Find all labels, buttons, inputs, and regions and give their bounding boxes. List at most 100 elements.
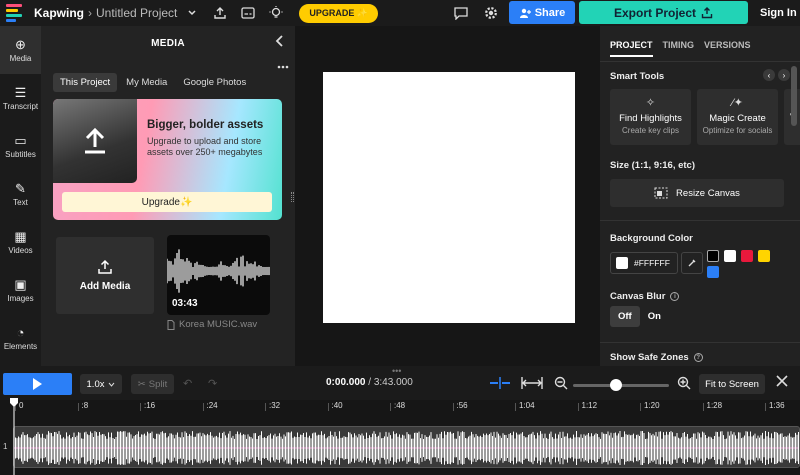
waveform-thumbnail bbox=[167, 249, 270, 293]
audio-clip[interactable] bbox=[13, 426, 800, 468]
chevron-right-icon[interactable]: › bbox=[778, 69, 790, 81]
subtitle-display-icon[interactable] bbox=[239, 4, 257, 22]
audio-filename-row: Korea MUSIC.wav bbox=[167, 319, 257, 330]
hex-color-input[interactable]: #FFFFFF bbox=[610, 252, 678, 274]
right-panel-scrollbar[interactable] bbox=[791, 66, 797, 126]
kapwing-logo-icon[interactable] bbox=[6, 2, 28, 24]
breadcrumb-separator: › bbox=[88, 6, 92, 20]
brand-name[interactable]: Kapwing bbox=[34, 6, 84, 20]
project-canvas[interactable] bbox=[323, 72, 575, 323]
more-options-icon[interactable] bbox=[277, 58, 289, 72]
swatch-white[interactable] bbox=[724, 250, 736, 262]
zoom-slider-knob[interactable] bbox=[610, 379, 623, 391]
nav-item-text[interactable]: ✎ Text bbox=[0, 170, 41, 218]
ruler-tick-label: :24 bbox=[202, 401, 218, 411]
sign-in-link[interactable]: Sign In bbox=[760, 7, 797, 19]
nav-item-media[interactable]: ⊕ Media bbox=[0, 26, 41, 74]
gear-icon[interactable] bbox=[482, 4, 500, 22]
audio-duration: 03:43 bbox=[172, 298, 198, 309]
ruler-tick-label: :8 bbox=[77, 401, 89, 411]
nav-item-videos[interactable]: ▦ Videos bbox=[0, 218, 41, 266]
magic-wand-icon: ⁄✦ bbox=[731, 97, 744, 109]
canvas-blur-row: Canvas Blur i bbox=[610, 291, 680, 302]
chevron-left-icon[interactable] bbox=[275, 34, 285, 50]
audio-track-row: 1 bbox=[0, 422, 800, 472]
right-panel: PROJECT TIMING VERSIONS Smart Tools ‹ › … bbox=[600, 26, 800, 366]
tab-my-media[interactable]: My Media bbox=[119, 73, 174, 92]
fit-width-icon[interactable] bbox=[521, 376, 543, 393]
blur-off-option[interactable]: Off bbox=[610, 306, 640, 327]
close-icon[interactable] bbox=[775, 374, 789, 393]
ruler-tick-label: :16 bbox=[139, 401, 156, 411]
left-nav: ⊕ Media ☰ Transcript ▭ Subtitles ✎ Text … bbox=[0, 26, 41, 366]
swatch-red[interactable] bbox=[741, 250, 753, 262]
comments-icon[interactable] bbox=[452, 4, 470, 22]
find-highlights-card[interactable]: ✧ Find Highlights Create key clips bbox=[610, 89, 691, 145]
resize-canvas-button[interactable]: Resize Canvas bbox=[610, 179, 784, 207]
timeline-ruler[interactable]: 0:8:16:24:32:40:48:56 1:04 1:12 1:20 1:28 1:3… bbox=[0, 400, 800, 420]
panel-resize-handle[interactable] bbox=[291, 192, 294, 202]
info-icon[interactable]: ? bbox=[693, 352, 703, 362]
swatch-yellow[interactable] bbox=[758, 250, 770, 262]
ruler-tick-label: 1:20 bbox=[640, 401, 660, 411]
export-icon bbox=[701, 6, 713, 18]
split-button[interactable]: ✂ Split bbox=[131, 374, 174, 394]
playhead[interactable] bbox=[10, 398, 18, 475]
canvas-blur-toggle: Off On bbox=[610, 306, 669, 327]
share-button[interactable]: Share bbox=[509, 1, 575, 24]
total-time: 3:43.000 bbox=[373, 377, 413, 388]
tab-this-project[interactable]: This Project bbox=[53, 73, 118, 92]
tab-project[interactable]: PROJECT bbox=[610, 40, 653, 57]
tab-google-photos[interactable]: Google Photos bbox=[176, 73, 253, 92]
playback-speed-select[interactable]: 1.0x bbox=[80, 374, 122, 394]
fit-to-screen-button[interactable]: Fit to Screen bbox=[699, 374, 765, 394]
play-button[interactable] bbox=[3, 373, 72, 395]
divider bbox=[600, 61, 800, 62]
export-label: Export Project bbox=[613, 5, 697, 20]
promo-title: Bigger, bolder assets bbox=[147, 119, 264, 131]
nav-item-transcript[interactable]: ☰ Transcript bbox=[0, 74, 41, 122]
nav-item-images[interactable]: ▣ Images bbox=[0, 266, 41, 314]
chevron-down-icon[interactable] bbox=[183, 4, 201, 22]
swatch-black[interactable] bbox=[707, 250, 719, 262]
nav-label: Media bbox=[9, 53, 32, 63]
ruler-tick-label: :48 bbox=[389, 401, 406, 411]
audio-media-item[interactable]: 03:43 bbox=[167, 235, 270, 315]
split-at-playhead-icon[interactable] bbox=[489, 376, 511, 393]
eyedropper-icon[interactable] bbox=[681, 252, 703, 274]
info-icon[interactable]: i bbox=[670, 291, 680, 301]
images-icon: ▣ bbox=[14, 276, 27, 292]
ruler-tick-label: 1:04 bbox=[515, 401, 535, 411]
undo-icon[interactable]: ↶ bbox=[183, 377, 192, 390]
smart-tools-label: Smart Tools bbox=[610, 71, 665, 82]
blur-on-option[interactable]: On bbox=[640, 306, 669, 327]
add-person-icon bbox=[519, 8, 531, 18]
share-upload-icon[interactable] bbox=[211, 4, 229, 22]
chevron-left-icon[interactable]: ‹ bbox=[763, 69, 775, 81]
panel-title: MEDIA bbox=[151, 38, 185, 49]
tab-versions[interactable]: VERSIONS bbox=[704, 40, 751, 57]
media-tabs: This Project My Media Google Photos bbox=[53, 73, 253, 92]
redo-icon[interactable]: ↷ bbox=[208, 377, 217, 390]
play-icon bbox=[33, 378, 42, 390]
upgrade-promo-card: Bigger, bolder assets Upgrade to upload … bbox=[53, 99, 282, 220]
zoom-out-icon[interactable] bbox=[554, 376, 568, 393]
swatch-blue[interactable] bbox=[707, 266, 719, 278]
nav-item-subtitles[interactable]: ▭ Subtitles bbox=[0, 122, 41, 170]
divider bbox=[600, 342, 800, 343]
magic-create-card[interactable]: ⁄✦ Magic Create Optimize for socials bbox=[697, 89, 778, 145]
current-time: 0:00.000 bbox=[326, 377, 366, 388]
project-name[interactable]: Untitled Project bbox=[96, 6, 177, 20]
lightbulb-icon[interactable] bbox=[267, 4, 285, 22]
upgrade-button[interactable]: UPGRADE ✨ bbox=[299, 3, 379, 23]
promo-upgrade-button[interactable]: Upgrade✨ bbox=[62, 192, 272, 212]
promo-text: Upgrade to upload and store assets over … bbox=[147, 136, 263, 157]
add-media-button[interactable]: Add Media bbox=[56, 237, 154, 314]
zoom-in-icon[interactable] bbox=[677, 376, 691, 393]
tool-title: Find Highlights bbox=[619, 113, 682, 124]
resize-icon bbox=[654, 187, 668, 199]
tab-timing[interactable]: TIMING bbox=[663, 40, 695, 57]
nav-item-elements[interactable]: ◔ Elements bbox=[0, 314, 41, 362]
export-project-button[interactable]: Export Project bbox=[579, 1, 748, 24]
timeline-resize-handle[interactable]: ••• bbox=[392, 366, 401, 376]
